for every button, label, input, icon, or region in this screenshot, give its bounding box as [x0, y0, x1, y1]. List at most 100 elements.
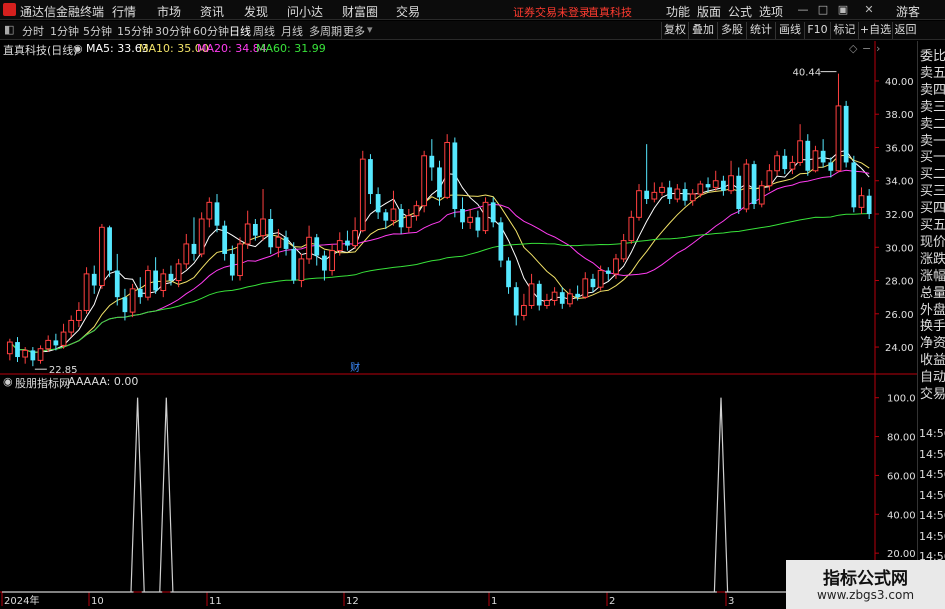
candle-up — [544, 299, 550, 306]
candle-up — [198, 218, 205, 255]
candle-up — [390, 208, 397, 222]
candle-up — [551, 291, 558, 301]
event-marker[interactable]: 财 — [350, 361, 360, 374]
candle-up — [651, 191, 658, 200]
time-tick-label: 12 — [346, 596, 359, 607]
menu-wenxiaoda[interactable]: 问小达 — [287, 3, 323, 20]
panel-toggle-icon[interactable]: ◧ — [4, 23, 14, 36]
time-tick-label: 10 — [91, 596, 104, 607]
fuquan-button[interactable]: 复权 — [661, 22, 688, 39]
candle-down — [222, 225, 228, 254]
menu-jiaoyi[interactable]: 交易 — [396, 3, 420, 20]
candle-down — [605, 270, 611, 274]
header-stock-name: 直真科技 — [588, 6, 632, 19]
candle-up — [175, 263, 182, 282]
period-1min[interactable]: 1分钟 — [50, 23, 79, 39]
candle-down — [590, 278, 596, 288]
app-title: 通达信金融终端 — [20, 5, 105, 19]
candle-down — [828, 162, 834, 171]
candle-up — [244, 223, 251, 245]
candle-down — [644, 190, 650, 200]
sub-chart-title: 股朋指标网 — [15, 377, 70, 390]
menu-caifuquan[interactable]: 财富圈 — [342, 3, 378, 20]
user-label[interactable]: 游客 — [896, 3, 920, 20]
period-30min[interactable]: 30分钟 — [155, 23, 191, 39]
candle-up — [359, 158, 366, 232]
add-watchlist-button[interactable]: +自选 — [858, 22, 892, 39]
period-monthly[interactable]: 月线 — [281, 23, 303, 39]
candle-down — [91, 273, 97, 286]
candle-up — [45, 339, 52, 350]
tongji-button[interactable]: 统计 — [746, 22, 775, 39]
huaxian-button[interactable]: 画线 — [775, 22, 804, 39]
candle-up — [6, 341, 13, 355]
period-more[interactable]: 更多 — [343, 23, 365, 39]
menu-gongshi[interactable]: 公式 — [728, 3, 752, 20]
candle-down — [383, 212, 389, 221]
candle-down — [322, 255, 327, 271]
period-60min[interactable]: 60分钟 — [193, 23, 229, 39]
duogu-button[interactable]: 多股 — [717, 22, 746, 39]
candle-down — [452, 142, 458, 210]
candle-down — [851, 162, 857, 208]
indicator-settings-icon[interactable]: ◉ — [3, 375, 13, 388]
period-fenshi[interactable]: 分时 — [22, 23, 44, 39]
candle-down — [168, 273, 174, 281]
more-dropdown-icon[interactable]: ▾ — [367, 23, 373, 36]
price-tick-label: 28.00 — [885, 277, 914, 288]
login-warning[interactable]: 证券交易未登录 — [513, 4, 590, 20]
period-5min[interactable]: 5分钟 — [83, 23, 112, 39]
back-button[interactable]: 返回 — [892, 22, 918, 39]
candle-down — [559, 292, 565, 304]
minimize-icon[interactable]: — — [794, 2, 812, 18]
candle-up — [352, 230, 358, 247]
candle-up — [482, 201, 489, 232]
period-multi[interactable]: 多周期 — [309, 23, 342, 39]
restore-icon[interactable]: ▣ — [834, 2, 852, 18]
menu-hangqing[interactable]: 行情 — [112, 3, 136, 20]
biaoji-button[interactable]: 标记 — [830, 22, 858, 39]
candle-up — [405, 215, 412, 228]
menu-shichang[interactable]: 市场 — [157, 3, 181, 20]
candle-up — [521, 304, 527, 316]
f10-button[interactable]: F10 — [804, 22, 830, 39]
maximize-icon[interactable]: □ — [814, 2, 832, 18]
candle-up — [789, 161, 796, 170]
candle-down — [107, 227, 112, 271]
price-tick-label: 36.00 — [885, 143, 914, 154]
candle-down — [475, 217, 481, 231]
menu-faxian[interactable]: 发现 — [244, 3, 268, 20]
watermark-url: www.zbgs3.com — [816, 588, 915, 602]
menu-zixun[interactable]: 资讯 — [200, 3, 224, 20]
high-price-label: 40.44 — [792, 68, 821, 79]
candle-up — [37, 348, 44, 361]
period-15min[interactable]: 15分钟 — [117, 23, 153, 39]
period-weekly[interactable]: 周线 — [253, 23, 275, 39]
sub-tick-label: 20.00 — [887, 549, 916, 560]
sub-chart-legend: ◉ 股朋指标网 AAAAA: 0.00 — [0, 374, 875, 390]
candle-down — [498, 222, 504, 261]
tick-time: 14:56 — [919, 488, 945, 502]
menu-banmian[interactable]: 版面 — [697, 3, 721, 20]
price-tick-label: 40.00 — [885, 77, 914, 88]
candle-down — [490, 202, 496, 223]
time-tick-label: 2024年 — [4, 594, 39, 607]
candle-up — [697, 183, 704, 195]
menu-gongneng[interactable]: 功能 — [666, 3, 690, 20]
time-tick-label: 11 — [209, 596, 222, 607]
candle-up — [22, 349, 29, 358]
tick-time: 14:56 — [919, 468, 945, 481]
diejia-button[interactable]: 叠加 — [688, 22, 717, 39]
candle-up — [306, 236, 312, 260]
side-item[interactable]: 交易 — [920, 383, 945, 402]
candle-up — [597, 270, 604, 288]
candle-down — [268, 218, 274, 248]
close-icon[interactable]: ✕ — [860, 2, 878, 18]
period-daily[interactable]: 日线 — [229, 23, 251, 39]
candle-up — [260, 218, 266, 237]
axes-layer: 40.00 38.00 36.00 34.00 32.00 30.00 28.00 26.00… — [0, 41, 917, 609]
candle-up — [528, 283, 535, 306]
app-logo-icon — [3, 3, 16, 16]
kline-chart[interactable]: 40.00 38.00 36.00 34.00 32.00 30.00 28.00 26.00… — [0, 41, 917, 609]
menu-xuanxiang[interactable]: 选项 — [759, 3, 783, 20]
